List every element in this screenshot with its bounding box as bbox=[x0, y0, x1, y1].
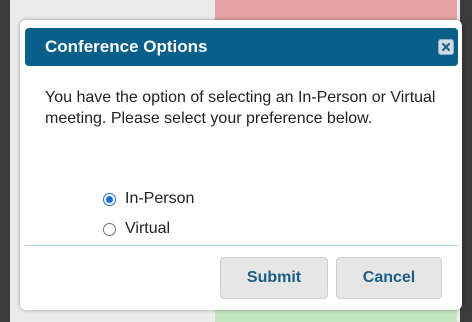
background-red-strip bbox=[215, 0, 457, 20]
close-icon bbox=[441, 42, 451, 52]
meeting-type-options: In-Person Virtual bbox=[103, 189, 194, 249]
dialog-message: You have the option of selecting an In-P… bbox=[45, 89, 436, 127]
option-in-person[interactable]: In-Person bbox=[103, 189, 194, 209]
dialog-title: Conference Options bbox=[45, 37, 208, 56]
in-person-radio[interactable] bbox=[103, 192, 116, 206]
close-button[interactable] bbox=[438, 39, 454, 55]
conference-options-dialog: Conference Options You have the option o… bbox=[20, 20, 462, 310]
virtual-radio[interactable] bbox=[103, 222, 116, 236]
in-person-label[interactable]: In-Person bbox=[125, 189, 194, 209]
virtual-label[interactable]: Virtual bbox=[125, 219, 170, 239]
cancel-button[interactable]: Cancel bbox=[336, 257, 442, 299]
dialog-titlebar: Conference Options bbox=[25, 28, 458, 66]
button-separator bbox=[25, 245, 457, 246]
option-virtual[interactable]: Virtual bbox=[103, 219, 194, 239]
submit-button[interactable]: Submit bbox=[220, 257, 328, 299]
